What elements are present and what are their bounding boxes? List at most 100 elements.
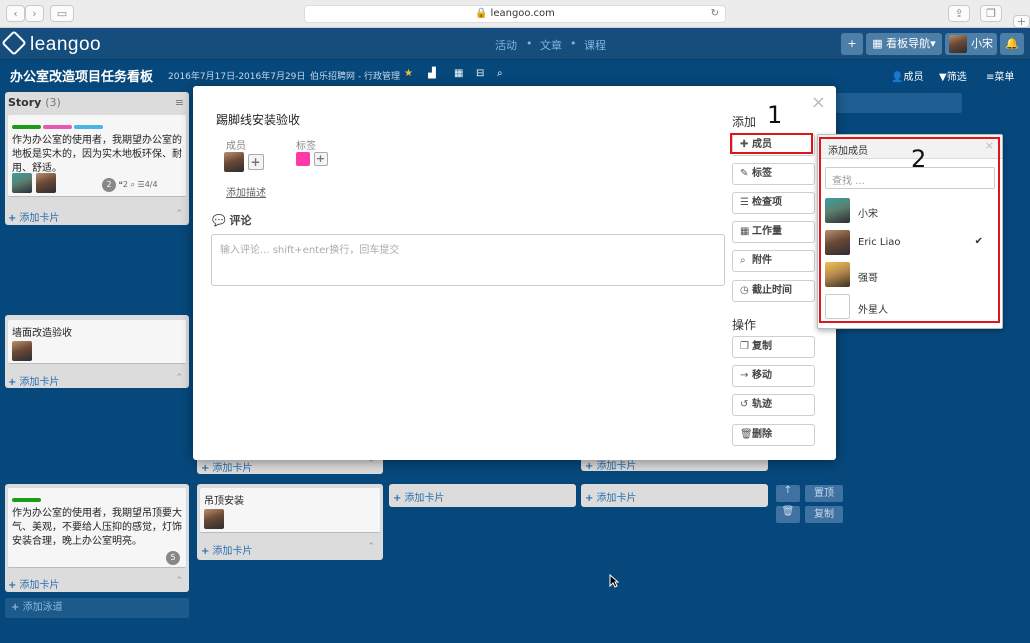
- list-title: Story (3): [8, 96, 61, 109]
- pink-label[interactable]: [296, 152, 310, 166]
- clock-icon: ◷: [740, 285, 749, 296]
- card-members: +: [224, 152, 264, 172]
- mouse-cursor-icon: [609, 574, 619, 588]
- board-dates: 2016年7月17日-2016年7月29日: [168, 72, 306, 82]
- task-card[interactable]: 吊顶安装: [200, 488, 380, 533]
- story-card[interactable]: 作为办公室的使用者，我期望办公室的地板是实木的，因为实木地板环保、耐用、舒适。 …: [8, 115, 186, 197]
- history-button[interactable]: ↺ 轨迹: [732, 394, 815, 416]
- lane-copy-button[interactable]: 复制: [805, 506, 843, 523]
- comment-input[interactable]: 输入评论... shift+enter换行，回车提交: [211, 234, 725, 286]
- board-owner[interactable]: 伯乐招聘网 - 行政管理: [310, 69, 400, 82]
- reload-icon[interactable]: ↻: [711, 6, 719, 22]
- collapse-icon[interactable]: ⌃: [175, 209, 183, 219]
- add-card-link[interactable]: + 添加卡片: [393, 489, 444, 504]
- collapse-icon[interactable]: ⌃: [367, 542, 375, 552]
- add-member-icon[interactable]: +: [247, 154, 264, 170]
- board-nav-button[interactable]: ▦ 看板导航▾: [866, 33, 942, 55]
- tabs-icon[interactable]: ❐: [980, 5, 1002, 22]
- card-labels: [8, 115, 186, 132]
- story-list: 作为办公室的使用者，我期望吊顶要大气、美观，不要给人压抑的感觉，灯饰安装合理，晚…: [5, 484, 189, 592]
- address-bar[interactable]: 🔒 leangoo.com ↻: [304, 5, 726, 23]
- tag-icon: ✎: [740, 168, 749, 179]
- nav-articles[interactable]: 文章: [540, 37, 562, 53]
- task-list: + 添加卡片: [389, 484, 576, 507]
- filter-icon: ▼: [939, 72, 947, 83]
- nav-activity[interactable]: 活动: [495, 37, 517, 53]
- card-text: 作为办公室的使用者，我期望办公室的地板是实木的，因为实木地板环保、耐用、舒适。: [12, 135, 182, 174]
- board-title: 办公室改造项目任务看板: [10, 70, 154, 85]
- checklist-icon: ☰: [137, 180, 145, 189]
- new-tab-icon[interactable]: +: [1013, 15, 1030, 28]
- members-label: 成员: [226, 141, 246, 152]
- add-card-link[interactable]: + 添加卡片: [201, 459, 252, 474]
- user-menu[interactable]: 小宋: [945, 33, 997, 55]
- collapse-icon[interactable]: ⊟: [476, 68, 484, 79]
- add-card-link[interactable]: + 添加卡片: [201, 542, 252, 557]
- add-due-date-button[interactable]: ◷ 截止时间: [732, 280, 815, 302]
- story-card[interactable]: 墙面改造验收: [8, 320, 186, 364]
- list-menu-icon[interactable]: ≡: [175, 96, 184, 109]
- forward-button[interactable]: ›: [25, 5, 44, 22]
- add-workload-button[interactable]: ▦ 工作量: [732, 221, 815, 243]
- members-button[interactable]: 👤成员: [891, 68, 923, 83]
- share-icon[interactable]: ⇪: [948, 5, 970, 22]
- avatar[interactable]: [224, 152, 244, 172]
- add-description-link[interactable]: 添加描述: [226, 184, 266, 199]
- copy-icon: ❐: [740, 341, 749, 352]
- move-up-icon[interactable]: ↑: [776, 485, 800, 502]
- collapse-icon[interactable]: ⌃: [367, 459, 375, 469]
- table-icon[interactable]: ▦: [454, 68, 463, 79]
- delete-button[interactable]: 🗑删除: [732, 424, 815, 446]
- add-attachment-button[interactable]: ⌕ 附件: [732, 250, 815, 272]
- nav-courses[interactable]: 课程: [584, 37, 606, 53]
- card-members: [12, 173, 56, 193]
- comment-icon: 💬: [212, 214, 230, 227]
- annotation-box-2: [819, 137, 1000, 323]
- lane-top-button[interactable]: 置顶: [805, 485, 843, 502]
- menu-button[interactable]: ≡菜单: [986, 68, 1014, 83]
- add-label-button[interactable]: ✎ 标签: [732, 163, 815, 185]
- story-card[interactable]: 作为办公室的使用者，我期望吊顶要大气、美观，不要给人压抑的感觉，灯饰安装合理，晚…: [8, 488, 186, 568]
- add-section-title: 添加: [732, 115, 757, 129]
- collapse-icon[interactable]: ⌃: [175, 373, 183, 383]
- close-icon[interactable]: ×: [811, 92, 826, 113]
- move-button[interactable]: → 移动: [732, 365, 815, 387]
- search-icon[interactable]: ⌕: [497, 68, 503, 79]
- comment-heading: 💬 评论: [212, 214, 252, 227]
- checklist-icon: ☰: [740, 197, 749, 208]
- star-icon[interactable]: ★: [404, 68, 413, 79]
- add-button[interactable]: +: [841, 33, 863, 55]
- user-icon: 👤: [891, 72, 904, 83]
- avatar: [949, 35, 967, 53]
- add-checklist-button[interactable]: ☰ 检查项: [732, 192, 815, 214]
- card-members: [12, 341, 32, 361]
- copy-button[interactable]: ❐ 复制: [732, 336, 815, 358]
- add-card-link[interactable]: + 添加卡片: [8, 576, 59, 591]
- card-meta: 5: [166, 550, 180, 565]
- filter-button[interactable]: ▼筛选: [939, 68, 967, 83]
- add-label-icon[interactable]: +: [313, 152, 328, 166]
- avatar: [35, 173, 56, 193]
- add-card-link[interactable]: + 添加卡片: [8, 209, 59, 224]
- list-placeholder: [836, 93, 962, 113]
- task-list: + 添加卡片: [581, 484, 768, 507]
- card-meta: 2 ❝2 ⌕ ☰4/4: [102, 178, 158, 192]
- add-card-link[interactable]: + 添加卡片: [8, 373, 59, 388]
- add-lane-button[interactable]: + 添加泳道: [5, 598, 189, 618]
- bell-icon[interactable]: 🔔: [1000, 33, 1024, 55]
- card-title[interactable]: 踢脚线安装验收: [216, 111, 300, 128]
- back-button[interactable]: ‹: [6, 5, 25, 22]
- sidebar-toggle-icon[interactable]: ▭: [50, 5, 74, 22]
- card-text: 墙面改造验收: [12, 328, 72, 339]
- card-text: 吊顶安装: [204, 496, 244, 507]
- chart-icon[interactable]: ▟: [428, 68, 436, 79]
- grid-icon: ▦: [740, 226, 750, 237]
- lane-delete-icon[interactable]: 🗑: [776, 506, 800, 523]
- add-card-link[interactable]: + 添加卡片: [585, 489, 636, 504]
- trash-icon: 🗑: [740, 429, 753, 440]
- leangoo-logo[interactable]: leangoo: [1, 30, 101, 56]
- story-list: Story (3) ≡ 作为办公室的使用者，我期望办公室的地板是实木的，因为实木…: [5, 92, 189, 225]
- count-badge: 5: [166, 551, 180, 565]
- collapse-icon[interactable]: ⌃: [175, 576, 183, 586]
- lock-icon: 🔒: [475, 8, 488, 19]
